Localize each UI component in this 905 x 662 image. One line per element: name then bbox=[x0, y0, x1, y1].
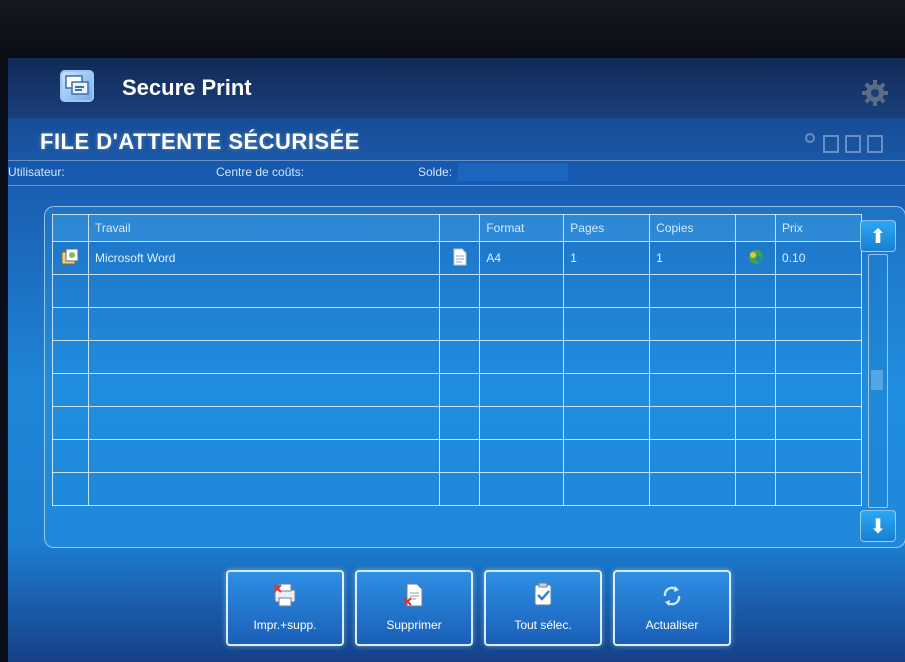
job-type-icon bbox=[52, 241, 89, 275]
table-row bbox=[52, 406, 862, 440]
table-header-row: Travail Format Pages Copies Prix bbox=[52, 214, 862, 242]
document-icon bbox=[439, 241, 481, 275]
column-header-price: Prix bbox=[775, 214, 862, 242]
refresh-button[interactable]: Actualiser bbox=[613, 570, 731, 646]
job-pages: 1 bbox=[563, 241, 651, 275]
job-format: A4 bbox=[479, 241, 565, 275]
job-price: 0.10 bbox=[775, 241, 862, 275]
column-header-copies: Copies bbox=[649, 214, 737, 242]
app-title: Secure Print bbox=[122, 75, 252, 100]
arrow-down-icon[interactable]: ⬇ bbox=[860, 510, 896, 542]
delete-document-icon bbox=[403, 583, 423, 607]
job-table: Travail Format Pages Copies Prix Microso… bbox=[52, 214, 862, 506]
job-copies: 1 bbox=[649, 241, 737, 275]
secure-print-icon bbox=[60, 70, 94, 102]
user-info-row: Utilisateur: Centre de coûts: Solde: bbox=[8, 160, 905, 186]
refresh-icon bbox=[663, 586, 681, 606]
table-row[interactable]: Microsoft Word A4 1 1 0.10 bbox=[52, 241, 862, 275]
table-row bbox=[52, 307, 862, 341]
column-header-format: Format bbox=[479, 214, 565, 242]
table-row bbox=[52, 340, 862, 374]
scrollbar-thumb[interactable] bbox=[871, 370, 883, 390]
select-all-button[interactable]: Tout sélec. bbox=[484, 570, 602, 646]
column-header-job: Travail bbox=[87, 214, 441, 242]
queue-title: FILE D'ATTENTE SÉCURISÉE bbox=[40, 129, 360, 154]
job-name: Microsoft Word bbox=[87, 241, 441, 275]
table-row bbox=[52, 373, 862, 407]
gear-icon[interactable] bbox=[860, 78, 890, 108]
table-row bbox=[52, 439, 862, 473]
balance-label: Solde: bbox=[418, 165, 453, 179]
delete-label: Supprimer bbox=[386, 618, 442, 632]
checklist-icon bbox=[534, 582, 552, 606]
print-delete-button[interactable]: Impr.+supp. bbox=[226, 570, 344, 646]
refresh-label: Actualiser bbox=[645, 618, 699, 632]
color-print-icon bbox=[735, 241, 777, 275]
top-bar: Secure Print bbox=[8, 58, 905, 118]
balance-value bbox=[458, 163, 568, 181]
user-label: Utilisateur: bbox=[8, 165, 65, 179]
cost-center-label: Centre de coûts: bbox=[216, 165, 305, 179]
print-delete-label: Impr.+supp. bbox=[253, 618, 317, 632]
printer-icon bbox=[273, 583, 296, 607]
decorative-icons bbox=[805, 133, 883, 153]
delete-button[interactable]: Supprimer bbox=[355, 570, 473, 646]
select-all-label: Tout sélec. bbox=[514, 618, 572, 632]
arrow-up-icon[interactable]: ⬆ bbox=[860, 220, 896, 252]
printer-screen: Secure Print FILE D'ATTENTE SÉCURISÉE Ut… bbox=[8, 58, 905, 662]
device-bezel bbox=[0, 0, 905, 58]
table-row bbox=[52, 274, 862, 308]
table-row bbox=[52, 472, 862, 506]
column-header-pages: Pages bbox=[563, 214, 651, 242]
